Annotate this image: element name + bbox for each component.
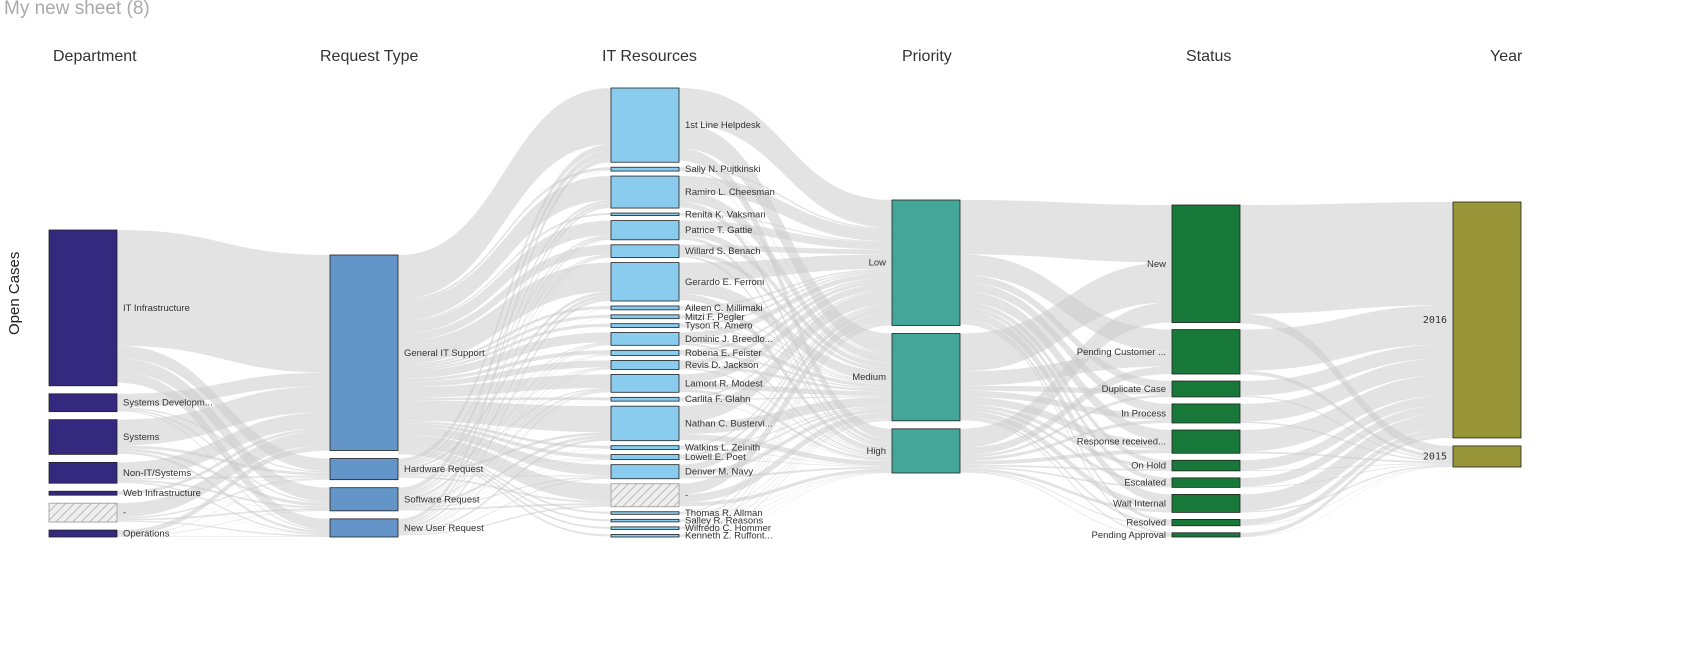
- node-status-in-process[interactable]: [1171, 403, 1241, 424]
- node-label-status: Pending Customer ...: [1077, 347, 1166, 358]
- node-label-status: Response received...: [1077, 437, 1166, 448]
- flow-link[interactable]: [960, 200, 1172, 263]
- node-label-priority: Medium: [852, 372, 886, 383]
- node-label-it-resources: Denver M. Navy: [685, 467, 753, 478]
- node-request-type-new-user-request[interactable]: [329, 518, 399, 538]
- node-request-type-hardware-request[interactable]: [329, 458, 399, 481]
- node-it-resources-mitzi-f-pegler[interactable]: [610, 314, 680, 320]
- node-label-status: On Hold: [1131, 461, 1166, 472]
- node-label-it-resources: Sally N. Pujtkinski: [685, 164, 761, 175]
- node-label-request-type: Software Request: [404, 494, 480, 505]
- node-label-it-resources: Robena E. Feister: [685, 348, 762, 359]
- node-label-it-resources: -: [685, 490, 688, 501]
- node-it-resources-patrice-t-gattie[interactable]: [610, 220, 680, 241]
- node-it-resources-thomas-r-allman[interactable]: [610, 511, 680, 515]
- node-department-non-it-systems[interactable]: [48, 461, 118, 484]
- node-it-resources-kenneth-z-ruffont[interactable]: [610, 534, 680, 538]
- node-label-status: Escalated: [1124, 478, 1166, 489]
- node-department-operations[interactable]: [48, 529, 118, 538]
- node-status-pending-approval[interactable]: [1171, 532, 1241, 538]
- node-label-request-type: New User Request: [404, 523, 484, 534]
- node-department-it-infrastructure[interactable]: [48, 229, 118, 387]
- sankey-chart[interactable]: IT Infrastructure Systems Developm... Syst…: [0, 0, 1693, 669]
- node-it-resources-lamont-r-modest[interactable]: [610, 373, 680, 393]
- node-label-it-resources: Renita K. Vaksman: [685, 209, 766, 220]
- node-it-resources-lowell-e-poet[interactable]: [610, 454, 680, 461]
- node-label-it-resources: Kenneth Z. Ruffont...: [685, 531, 773, 542]
- node-it-resources-nathan-c-bustervi[interactable]: [610, 405, 680, 442]
- node-it-resources-willard-s-benach[interactable]: [610, 244, 680, 259]
- node-it-resources-salley-r-reasons[interactable]: [610, 518, 680, 523]
- node-label-status: In Process: [1121, 408, 1166, 419]
- node-it-resources-aileen-c-millimaki[interactable]: [610, 305, 680, 311]
- node-status-new[interactable]: [1171, 204, 1241, 323]
- node-priority-low[interactable]: [891, 199, 961, 326]
- node-status-escalated[interactable]: [1171, 477, 1241, 488]
- node-label-it-resources: Lamont R. Modest: [685, 378, 763, 389]
- node-department-systems[interactable]: [48, 419, 118, 455]
- node-department-none[interactable]: [48, 502, 118, 523]
- node-label-status: New: [1147, 259, 1166, 270]
- node-label-it-resources: Revis D. Jackson: [685, 360, 758, 371]
- node-label-status: Wait Internal: [1113, 498, 1166, 509]
- node-status-pending-customer[interactable]: [1171, 329, 1241, 375]
- node-it-resources-wilfredo-c-hommer[interactable]: [610, 526, 680, 530]
- node-label-priority: Low: [869, 258, 887, 269]
- node-priority-medium[interactable]: [891, 333, 961, 422]
- node-status-wait-internal[interactable]: [1171, 494, 1241, 513]
- node-label-year: 2015: [1423, 451, 1447, 462]
- node-label-it-resources: Carlita F. Glahn: [685, 394, 750, 405]
- node-label-request-type: General IT Support: [404, 348, 485, 359]
- node-label-status: Duplicate Case: [1102, 384, 1166, 395]
- node-label-it-resources: Gerardo E. Ferroni: [685, 277, 764, 288]
- node-label-department: Systems: [123, 432, 160, 443]
- node-label-year: 2016: [1423, 315, 1447, 326]
- node-label-it-resources: Tyson R. Amero: [685, 321, 753, 332]
- node-label-department: Non-IT/Systems: [123, 468, 191, 479]
- node-it-resources-revis-d-jackson[interactable]: [610, 360, 680, 370]
- node-it-resources-denver-m-navy[interactable]: [610, 464, 680, 480]
- node-it-resources-carlita-f-glahn[interactable]: [610, 396, 680, 402]
- node-status-duplicate-case[interactable]: [1171, 380, 1241, 398]
- node-label-department: IT Infrastructure: [123, 303, 190, 314]
- node-label-it-resources: Nathan C. Bustervi...: [685, 418, 773, 429]
- node-it-resources-ramiro-l-cheesman[interactable]: [610, 175, 680, 209]
- flow-link[interactable]: [1240, 202, 1453, 314]
- node-status-response-received[interactable]: [1171, 429, 1241, 454]
- node-status-on-hold[interactable]: [1171, 459, 1241, 472]
- node-label-status: Pending Approval: [1092, 530, 1166, 541]
- node-it-resources-watkins-l-zeinith[interactable]: [610, 445, 680, 450]
- node-label-department: Operations: [123, 529, 170, 540]
- node-label-it-resources: Dominic J. Breedlo...: [685, 334, 773, 345]
- node-year-2016[interactable]: [1452, 201, 1522, 439]
- node-it-resources-none[interactable]: [610, 483, 680, 508]
- node-label-department: Web Infrastructure: [123, 488, 201, 499]
- node-label-it-resources: Lowell E. Poet: [685, 452, 746, 463]
- node-label-it-resources: Patrice T. Gattie: [685, 225, 752, 236]
- node-year-2015[interactable]: [1452, 445, 1522, 468]
- node-label-it-resources: 1st Line Helpdesk: [685, 120, 761, 131]
- node-it-resources-tyson-r-amero[interactable]: [610, 323, 680, 328]
- node-it-resources-1st-line-helpdesk[interactable]: [610, 87, 680, 163]
- node-request-type-software-request[interactable]: [329, 487, 399, 512]
- flow-links: [117, 88, 1453, 538]
- node-label-priority: High: [866, 446, 886, 457]
- node-it-resources-renita-k-vaksman[interactable]: [610, 212, 680, 217]
- node-label-it-resources: Ramiro L. Cheesman: [685, 187, 775, 198]
- node-request-type-general-it-support[interactable]: [329, 254, 399, 451]
- node-department-systems-developm[interactable]: [48, 393, 118, 413]
- node-label-department: -: [123, 508, 126, 519]
- node-label-request-type: Hardware Request: [404, 464, 484, 475]
- node-it-resources-gerardo-e-ferroni[interactable]: [610, 262, 680, 302]
- node-label-department: Systems Developm...: [123, 398, 213, 409]
- node-label-it-resources: Willard S. Benach: [685, 246, 761, 257]
- node-it-resources-sally-n-pujtkinski[interactable]: [610, 166, 680, 172]
- node-department-web-infrastructure[interactable]: [48, 490, 118, 496]
- node-priority-high[interactable]: [891, 428, 961, 474]
- node-status-resolved[interactable]: [1171, 519, 1241, 527]
- node-it-resources-dominic-j-breedlo[interactable]: [610, 332, 680, 346]
- node-label-status: Resolved: [1126, 518, 1166, 529]
- node-it-resources-robena-e-feister[interactable]: [610, 349, 680, 356]
